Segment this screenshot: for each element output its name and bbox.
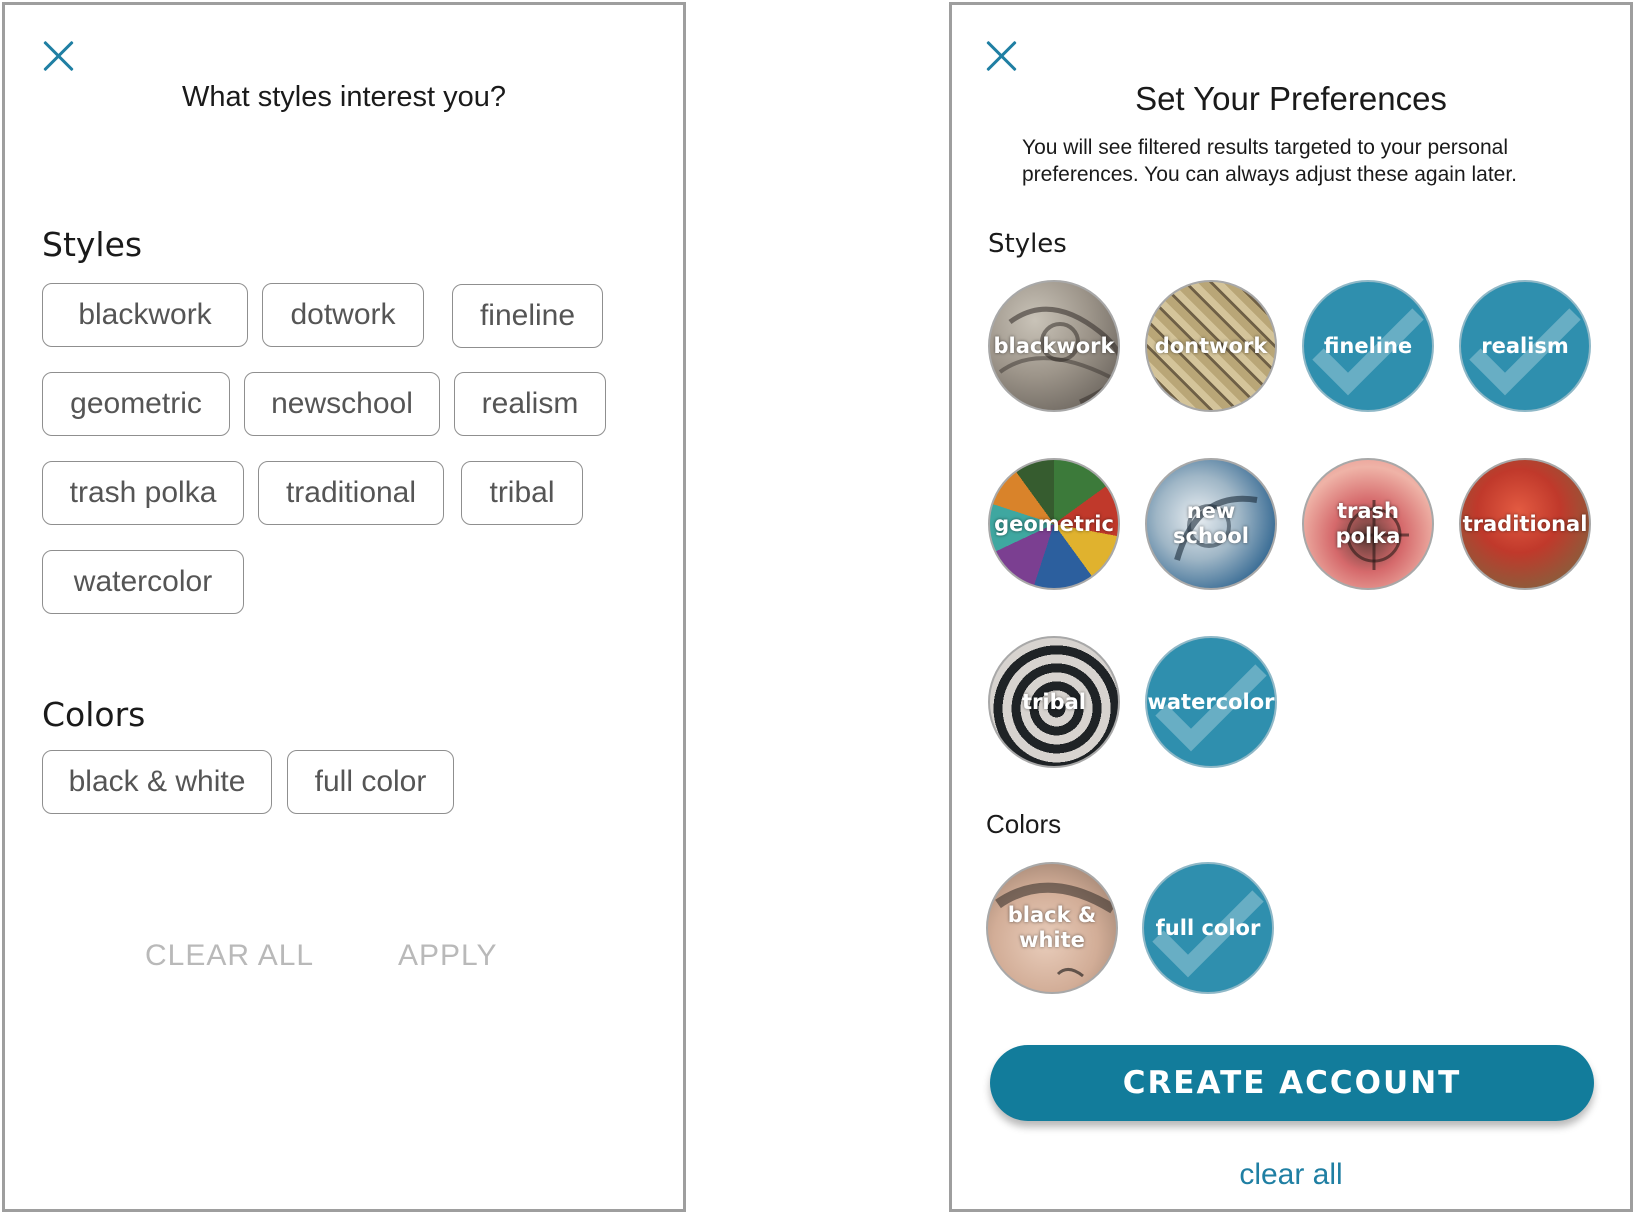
style-geometric[interactable]: geometric xyxy=(988,458,1120,590)
style-realism[interactable]: realism xyxy=(1459,280,1591,412)
apply-button[interactable]: APPLY xyxy=(398,939,498,973)
style-label: new school xyxy=(1173,499,1249,548)
style-label: dontwork xyxy=(1154,333,1268,358)
style-dontwork[interactable]: dontwork xyxy=(1145,280,1277,412)
chip-watercolor[interactable]: watercolor xyxy=(42,550,244,614)
styles-heading: Styles xyxy=(988,229,1067,259)
style-new-school[interactable]: new school xyxy=(1145,458,1277,590)
chip-tribal[interactable]: tribal xyxy=(461,461,583,525)
color-label: black & white xyxy=(1007,903,1097,952)
style-label: trash polka xyxy=(1335,499,1401,548)
style-traditional[interactable]: traditional xyxy=(1459,458,1591,590)
chip-fineline[interactable]: fineline xyxy=(452,284,603,348)
chip-blackwork[interactable]: blackwork xyxy=(42,283,248,347)
preferences-panel: Set Your Preferences You will see filter… xyxy=(949,2,1633,1212)
style-label: watercolor xyxy=(1147,689,1275,714)
chip-black-and-white[interactable]: black & white xyxy=(42,750,272,814)
close-icon[interactable] xyxy=(984,39,1018,73)
style-label: realism xyxy=(1481,333,1569,358)
chip-full-color[interactable]: full color xyxy=(287,750,454,814)
style-watercolor[interactable]: watercolor xyxy=(1145,636,1277,768)
chip-geometric[interactable]: geometric xyxy=(42,372,230,436)
colors-heading: Colors xyxy=(42,695,146,734)
chip-realism[interactable]: realism xyxy=(454,372,606,436)
style-label: traditional xyxy=(1462,511,1588,536)
style-label: fineline xyxy=(1323,333,1413,358)
colors-heading: Colors xyxy=(986,809,1062,839)
color-full-color[interactable]: full color xyxy=(1142,862,1274,994)
color-black-and-white[interactable]: black & white xyxy=(986,862,1118,994)
style-label: tribal xyxy=(1022,689,1086,714)
clear-all-button[interactable]: CLEAR ALL xyxy=(145,939,314,973)
style-tribal[interactable]: tribal xyxy=(988,636,1120,768)
style-label: geometric xyxy=(994,511,1114,536)
panel-title: What styles interest you? xyxy=(182,81,506,113)
style-label: blackwork xyxy=(993,333,1115,358)
chip-trash-polka[interactable]: trash polka xyxy=(42,461,244,525)
chip-dotwork[interactable]: dotwork xyxy=(262,283,424,347)
chip-traditional[interactable]: traditional xyxy=(258,461,444,525)
chip-newschool[interactable]: newschool xyxy=(244,372,440,436)
clear-all-link[interactable]: clear all xyxy=(952,1158,1630,1192)
create-account-button[interactable]: CREATE ACCOUNT xyxy=(990,1045,1594,1121)
color-label: full color xyxy=(1155,915,1261,940)
style-trash-polka[interactable]: trash polka xyxy=(1302,458,1434,590)
close-icon[interactable] xyxy=(41,39,75,73)
styles-heading: Styles xyxy=(42,225,143,264)
style-filter-panel: What styles interest you? Styles blackwo… xyxy=(2,2,686,1212)
style-blackwork[interactable]: blackwork xyxy=(988,280,1120,412)
description-text: You will see filtered results targeted t… xyxy=(1022,136,1517,186)
style-fineline[interactable]: fineline xyxy=(1302,280,1434,412)
panel-title: Set Your Preferences xyxy=(1135,80,1447,117)
